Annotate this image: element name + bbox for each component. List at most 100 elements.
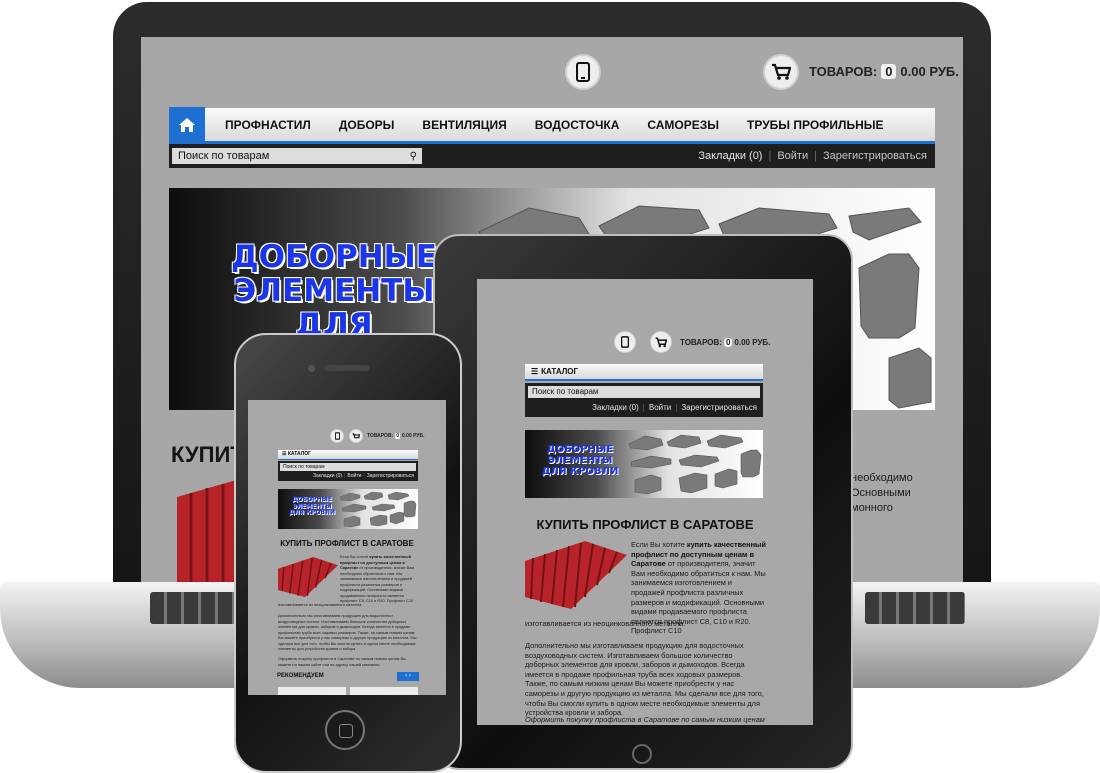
profnastil-image [525, 541, 627, 609]
menu-icon: ☰ [531, 367, 539, 376]
search-bar: Поиск по товарам ⚲ Закладки (0) | Войти | За… [169, 144, 935, 168]
phone-carousel-arrows[interactable]: ‹ › [397, 672, 419, 681]
profnastil-image [278, 557, 338, 597]
tablet-page-heading: КУПИТЬ ПРОФЛИСТ В САРАТОВЕ [536, 517, 754, 532]
login-link[interactable]: Войти [347, 473, 361, 479]
bookmarks-link[interactable]: Закладки (0) [592, 403, 639, 412]
banner-line-3: ДЛЯ КРОВЛИ [541, 466, 619, 477]
phone-home-button [325, 710, 365, 750]
banner-line-1: ДОБОРНЫЕ [546, 444, 614, 455]
phone-recommend-card[interactable] [278, 687, 346, 695]
phone-phone-button[interactable] [330, 429, 344, 443]
phone-cart-button[interactable] [349, 429, 363, 443]
smartphone-icon [576, 62, 590, 82]
cart-count: 0 [723, 338, 733, 347]
home-icon [179, 117, 195, 132]
tablet-second-paragraph: Дополнительно мы изготавливаем продукцию… [525, 641, 764, 718]
nav-item-vodostochka[interactable]: ВОДОСТОЧКА [521, 118, 634, 132]
nav-item-truby[interactable]: ТРУБЫ ПРОФИЛЬНЫЕ [733, 118, 897, 132]
cart-total: 0.00 РУБ. [402, 433, 425, 439]
body-fragment-2: Основными [851, 487, 911, 499]
phone-hero-banner[interactable]: ДОБОРНЫЕ ЭЛЕМЕНТЫ ДЛЯ КРОВЛИ [278, 489, 418, 529]
menu-icon: ☰ [282, 451, 287, 457]
phone-page-heading: КУПИТЬ ПРОФЛИСТ В САРАТОВЕ [280, 539, 414, 548]
search-placeholder: Поиск по товарам [178, 150, 270, 162]
register-link[interactable]: Зарегистрироваться [681, 403, 757, 412]
phone-screen: ТОВАРОВ: 0 0.00 РУБ. ☰ КАТАЛОГ Поиск по то… [248, 400, 446, 695]
search-input[interactable]: Поиск по товарам ⚲ [172, 148, 422, 164]
banner-line-2: ЭЛЕМЕНТЫ [547, 455, 613, 466]
intro-text-a: Если Вы хотите [340, 554, 370, 559]
nav-item-ventilyatsiya[interactable]: ВЕНТИЛЯЦИЯ [408, 118, 520, 132]
banner-line-2: ЭЛЕМЕНТЫ [233, 273, 435, 310]
phone-button[interactable] [565, 54, 601, 90]
flashing-profiles-image [628, 434, 762, 495]
cart-icon [655, 337, 667, 347]
catalog-label: КАТАЛОГ [287, 451, 311, 457]
cart-count: 0 [395, 433, 401, 439]
account-links: Закладки (0) | Войти | Зарегистрироваться [698, 150, 927, 162]
tablet-screen: ТОВАРОВ: 0 0.00 РУБ. ☰ КАТАЛОГ Поиск по тов… [477, 279, 813, 725]
tablet-cart-summary[interactable]: ТОВАРОВ: 0 0.00 РУБ. [680, 338, 770, 347]
cart-button[interactable] [763, 54, 799, 90]
tablet-hero-banner[interactable]: ДОБОРНЫЕ ЭЛЕМЕНТЫ ДЛЯ КРОВЛИ [525, 430, 763, 498]
main-nav: ПРОФНАСТИЛ ДОБОРЫ ВЕНТИЛЯЦИЯ ВОДОСТОЧКА … [169, 106, 935, 144]
intro-text-c: от производителя, значит Вам необходимо … [340, 565, 415, 603]
tablet-phone-button[interactable] [614, 331, 636, 353]
bookmarks-link[interactable]: Закладки (0) [698, 150, 762, 162]
banner-line-1: ДОБОРНЫЕ [231, 239, 437, 275]
cart-summary[interactable]: ТОВАРОВ: 0 0.00 РУБ. [809, 64, 959, 79]
phone-second-paragraph: Дополнительно мы изготавливаем продукцию… [278, 613, 417, 651]
tablet-home-button [632, 744, 652, 764]
smartphone-icon [621, 336, 629, 348]
bookmarks-link[interactable]: Закладки (0) [313, 473, 342, 479]
banner-headline: ДОБОРНЫЕ ЭЛЕМЕНТЫ ДЛЯ КРОВЛИ [535, 444, 625, 477]
body-fragment-1: необходимо [851, 472, 913, 484]
tablet-cart-button[interactable] [650, 331, 672, 353]
cart-total: 0.00 РУБ. [734, 338, 771, 347]
smartphone-icon [334, 432, 340, 440]
login-link[interactable]: Войти [649, 403, 671, 412]
phone-speaker [324, 365, 370, 371]
phone-search-bar: Поиск по товарам Закладки (0) | Войти | Заре… [278, 461, 418, 481]
catalog-label: КАТАЛОГ [541, 367, 579, 376]
intro-text-a: Если Вы хотите [631, 540, 687, 549]
laptop-keyboard-right [865, 592, 965, 624]
nav-item-dobory[interactable]: ДОБОРЫ [325, 118, 409, 132]
phone-camera [308, 365, 315, 372]
register-link[interactable]: Зарегистрироваться [367, 473, 414, 479]
nav-item-profnastil[interactable]: ПРОФНАСТИЛ [211, 118, 325, 132]
phone-cart-summary[interactable]: ТОВАРОВ: 0 0.00 РУБ. [367, 433, 425, 439]
register-link[interactable]: Зарегистрироваться [823, 150, 927, 162]
tablet-catalog-button[interactable]: ☰ КАТАЛОГ [525, 364, 763, 381]
cart-label: ТОВАРОВ: [367, 433, 394, 439]
home-button[interactable] [169, 106, 205, 143]
phone-intro-paragraph: Если Вы хотите купить качественный профл… [340, 554, 418, 604]
cart-label: ТОВАРОВ: [809, 64, 878, 79]
tablet-search-bar: Поиск по товарам Закладки (0) | Войти | Заре… [525, 383, 763, 417]
phone-recommend-card[interactable] [350, 687, 418, 695]
tablet-intro-end: изготавливается из неоцинкованного метал… [525, 619, 686, 628]
phone-recommend-heading: РЕКОМЕНДУЕМ [277, 673, 324, 679]
phone-third-paragraph: Оформить покупку профлиста в Саратове по… [278, 656, 406, 667]
cart-label: ТОВАРОВ: [680, 338, 722, 347]
cart-icon [352, 432, 360, 438]
body-fragment-3: монного [851, 502, 893, 514]
search-icon[interactable]: ⚲ [410, 151, 422, 162]
login-link[interactable]: Войти [777, 150, 808, 162]
banner-line-3: ДЛЯ КРОВЛИ [288, 509, 336, 517]
flashing-profiles-image [339, 491, 417, 528]
cart-count: 0 [881, 64, 897, 79]
phone-account-links: Закладки (0) | Войти | Зарегистрироваться [312, 473, 414, 479]
phone-search-input[interactable]: Поиск по товарам [280, 463, 416, 471]
cart-total: 0.00 РУБ. [900, 64, 959, 79]
phone-catalog-button[interactable]: ☰ КАТАЛОГ [278, 450, 418, 460]
tablet-search-input[interactable]: Поиск по товарам [528, 386, 760, 398]
body-text-partial: необходимо Основными монного [851, 471, 913, 516]
page-heading-partial: КУПИТ [171, 442, 244, 467]
phone-intro-end: изготавливается из неоцинкованного метал… [278, 602, 363, 607]
cart-icon [772, 63, 791, 80]
tablet-account-links: Закладки (0) | Войти | Зарегистрироваться [592, 403, 757, 412]
banner-headline: ДОБОРНЫЕ ЭЛЕМЕНТЫ ДЛЯ КРОВЛИ [284, 496, 340, 517]
nav-item-samorezy[interactable]: САМОРЕЗЫ [633, 118, 733, 132]
